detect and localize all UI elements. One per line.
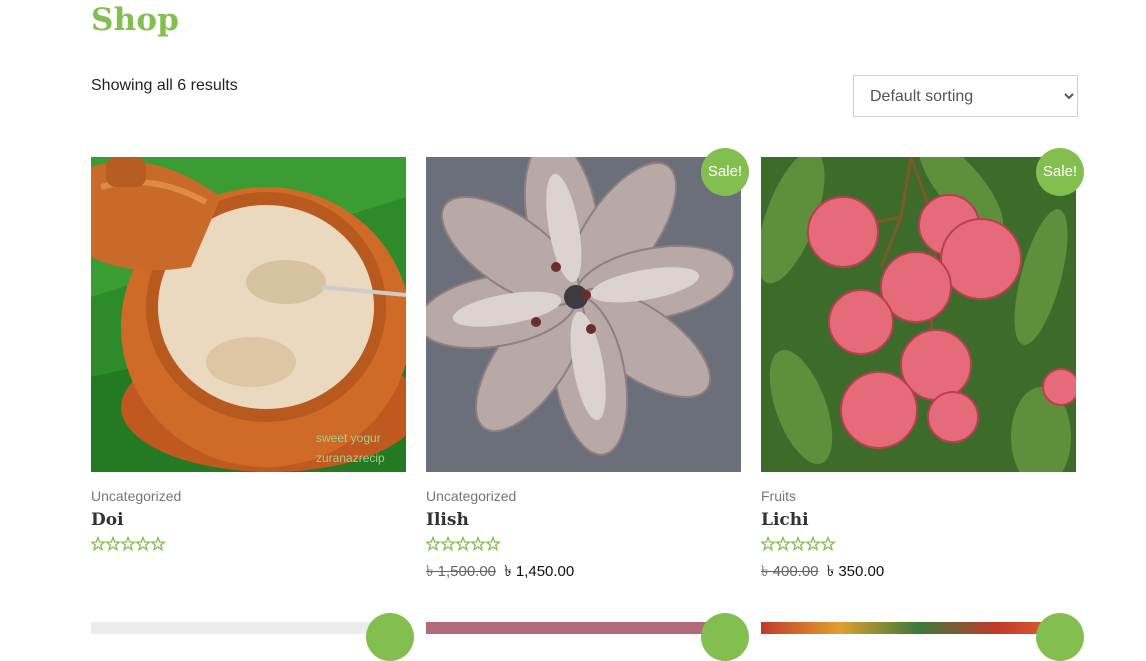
product-image-row2-2[interactable] [426, 622, 741, 634]
product-card-ilish[interactable]: Sale! Uncategorized Ilish ৳ 1,500.00 ৳ 1… [424, 148, 749, 585]
product-price: ৳ 1,500.00 ৳ 1,450.00 [426, 560, 741, 585]
sort-select[interactable]: Default sorting [853, 75, 1078, 117]
product-image-row2-3[interactable] [761, 622, 1076, 634]
product-title[interactable]: Doi [91, 510, 406, 530]
result-count: Showing all 6 results [91, 77, 238, 94]
product-card-row2-1[interactable] [91, 613, 414, 661]
regular-price: ৳ 1,500.00 [426, 563, 497, 580]
star-rating-icon [89, 535, 167, 552]
sale-badge-row2-1 [366, 613, 414, 661]
product-category[interactable]: Fruits [761, 488, 1076, 504]
rating-stars [89, 535, 406, 554]
product-image-row2-1[interactable] [91, 622, 406, 634]
product-card-lichi[interactable]: Sale! Fruits Lichi ৳ 400.00 ৳ 350.00 [759, 148, 1084, 585]
svg-text:zuranazrecip: zuranazrecip [316, 451, 385, 465]
lichi-image [761, 157, 1076, 472]
sale-price: ৳ 1,450.00 [504, 563, 575, 580]
product-title[interactable]: Ilish [426, 510, 741, 530]
sale-badge-row2-3 [1036, 613, 1084, 661]
product-image-doi[interactable]: sweet yogur zuranazrecip [91, 157, 406, 472]
product-title[interactable]: Lichi [761, 510, 1076, 530]
rating-stars [759, 535, 1076, 554]
star-rating-icon [424, 535, 502, 552]
product-category[interactable]: Uncategorized [426, 488, 741, 504]
product-category[interactable]: Uncategorized [91, 488, 406, 504]
ilish-image [426, 157, 741, 472]
product-image-lichi[interactable] [761, 157, 1076, 472]
rating-stars [424, 535, 741, 554]
sale-badge: Sale! [701, 148, 749, 196]
product-price: ৳ 400.00 ৳ 350.00 [761, 560, 1076, 585]
product-card-doi[interactable]: sweet yogur zuranazrecip Uncategorized D… [89, 157, 406, 554]
doi-image: sweet yogur zuranazrecip [91, 157, 406, 472]
sale-price: ৳ 350.00 [826, 563, 885, 580]
sale-badge: Sale! [1036, 148, 1084, 196]
svg-text:sweet yogur: sweet yogur [316, 431, 381, 445]
product-image-ilish[interactable] [426, 157, 741, 472]
product-card-row2-3[interactable] [761, 613, 1084, 661]
product-card-row2-2[interactable] [426, 613, 749, 661]
page-title: Shop [91, 2, 180, 38]
star-rating-icon [759, 535, 837, 552]
regular-price: ৳ 400.00 [761, 563, 819, 580]
sale-badge-row2-2 [701, 613, 749, 661]
